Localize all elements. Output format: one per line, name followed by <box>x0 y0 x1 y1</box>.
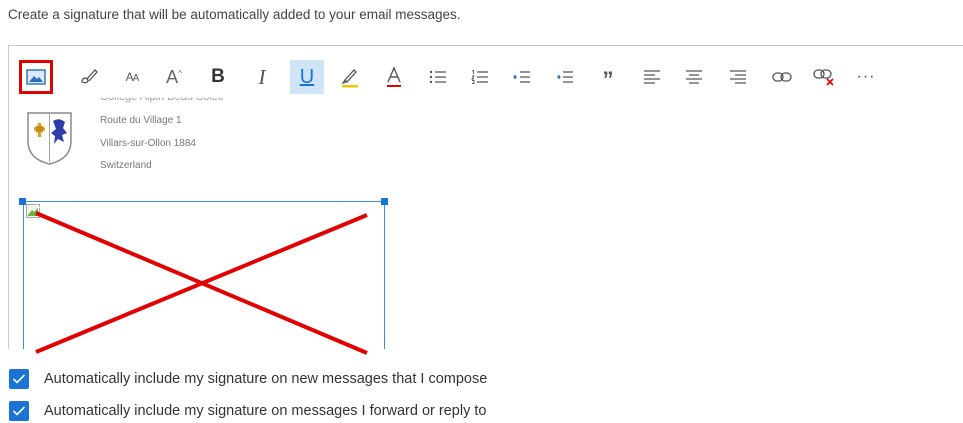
bulleted-list-icon <box>429 70 446 84</box>
font-button[interactable]: AA <box>115 60 149 94</box>
school-crest-logo <box>27 112 72 165</box>
quote-button[interactable]: ” <box>591 60 625 94</box>
italic-icon: I <box>258 64 266 89</box>
numbered-list-icon <box>471 70 488 84</box>
font-size-button[interactable]: A^ <box>157 60 191 94</box>
broken-image-placeholder[interactable] <box>23 201 385 349</box>
align-right-button[interactable] <box>721 60 755 94</box>
highlighter-icon <box>341 69 358 88</box>
bullets-button[interactable] <box>421 60 455 94</box>
image-icon <box>26 69 46 85</box>
format-painter-button[interactable] <box>72 60 106 94</box>
resize-handle-top-left[interactable] <box>19 198 26 205</box>
insert-link-button[interactable] <box>765 60 799 94</box>
address-line-street: Route du Village 1 <box>100 115 182 126</box>
include-new-messages-label: Automatically include my signature on ne… <box>44 371 488 387</box>
remove-link-button[interactable] <box>807 60 841 94</box>
broken-image-icon <box>26 204 40 218</box>
indent-icon <box>557 71 573 83</box>
font-color-button[interactable] <box>377 60 411 94</box>
italic-button[interactable]: I <box>245 60 279 94</box>
signature-description: Create a signature that will be automati… <box>8 7 461 22</box>
more-icon: ··· <box>856 68 876 85</box>
address-line-city: Villars-sur-Ollon 1884 <box>100 138 196 149</box>
signature-content[interactable]: College Alpin Beau Soleil Route du Villa… <box>9 94 963 349</box>
increase-font-icon: A^ <box>166 66 182 87</box>
align-left-icon <box>644 70 660 84</box>
checkmark-icon <box>12 374 26 384</box>
align-center-button[interactable] <box>677 60 711 94</box>
numbering-button[interactable] <box>463 60 497 94</box>
option-include-on-forward-reply: Automatically include my signature on me… <box>9 401 486 421</box>
underline-icon: U <box>299 65 315 88</box>
bold-icon: B <box>211 66 225 87</box>
option-include-on-new-messages: Automatically include my signature on ne… <box>9 369 487 389</box>
resize-handle-top-right[interactable] <box>381 198 388 205</box>
include-forward-reply-label: Automatically include my signature on me… <box>44 403 487 419</box>
outdent-icon <box>513 71 530 83</box>
address-line-country: Switzerland <box>100 160 152 171</box>
unlink-icon <box>813 69 834 86</box>
insert-image-button[interactable] <box>19 60 53 94</box>
quote-icon: ” <box>602 67 614 92</box>
decrease-indent-button[interactable] <box>505 60 539 94</box>
align-center-icon <box>686 70 702 84</box>
signature-editor[interactable]: AA A^ B I U ” ··· College Alpin Beau Sol… <box>8 45 963 349</box>
align-right-icon <box>730 70 746 84</box>
bold-button[interactable]: B <box>201 60 235 94</box>
font-color-icon <box>387 66 401 87</box>
link-icon <box>772 72 792 82</box>
font-size-icon: AA <box>125 70 140 84</box>
include-forward-reply-checkbox[interactable] <box>9 401 29 421</box>
brush-icon <box>81 69 98 84</box>
checkmark-icon <box>12 406 26 416</box>
formatting-toolbar: AA A^ B I U ” ··· <box>9 60 963 94</box>
underline-button[interactable]: U <box>290 60 324 94</box>
more-options-button[interactable]: ··· <box>849 60 883 94</box>
align-left-button[interactable] <box>635 60 669 94</box>
highlight-button[interactable] <box>333 60 367 94</box>
increase-indent-button[interactable] <box>548 60 582 94</box>
include-new-messages-checkbox[interactable] <box>9 369 29 389</box>
